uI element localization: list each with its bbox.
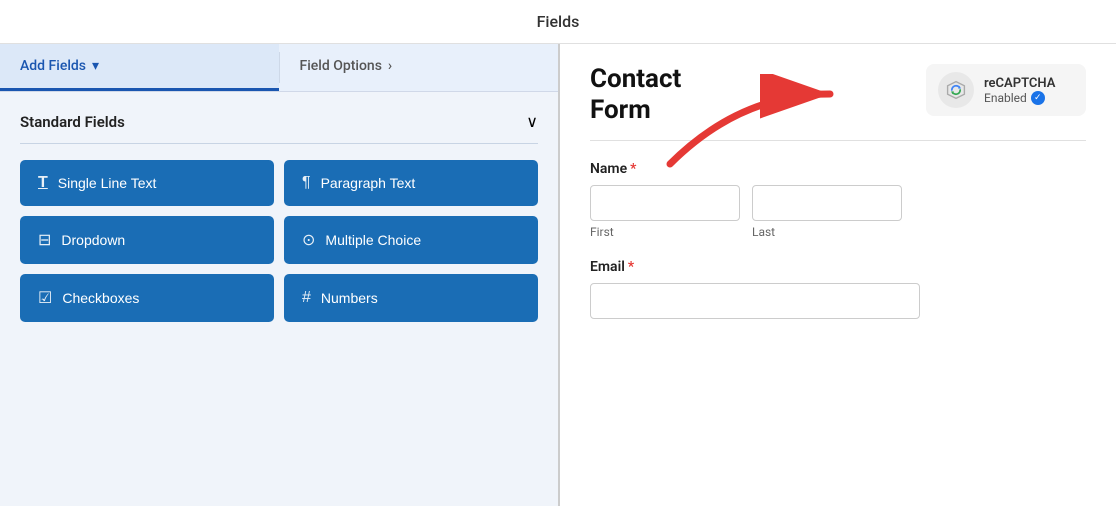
recaptcha-logo-icon (938, 72, 974, 108)
first-sublabel: First (590, 225, 740, 239)
paragraph-icon: ¶ (302, 174, 311, 192)
section-separator (20, 143, 538, 144)
status-check-icon: ✓ (1031, 91, 1045, 105)
field-btn-paragraph-text[interactable]: ¶ Paragraph Text (284, 160, 538, 206)
main-content: Add Fields ▾ Field Options › Standard Fi… (0, 44, 1116, 506)
required-star: * (630, 161, 636, 177)
field-btn-label: Checkboxes (62, 290, 139, 306)
form-divider (590, 140, 1086, 141)
first-name-input[interactable] (590, 185, 740, 221)
recaptcha-badge: reCAPTCHA Enabled ✓ (926, 64, 1086, 116)
form-header: ContactForm (590, 64, 1086, 126)
section-collapse-icon[interactable]: ∨ (526, 112, 538, 131)
field-btn-dropdown[interactable]: ⊟ Dropdown (20, 216, 274, 264)
arrow-annotation (660, 74, 860, 174)
field-btn-label: Numbers (321, 290, 378, 306)
email-label: Email * (590, 259, 1086, 275)
dropdown-icon: ⊟ (38, 230, 51, 250)
form-title: ContactForm (590, 64, 681, 126)
tab-field-options-label: Field Options (300, 58, 382, 74)
field-btn-label: Paragraph Text (321, 175, 416, 191)
field-btn-label: Multiple Choice (325, 232, 421, 248)
left-panel: Add Fields ▾ Field Options › Standard Fi… (0, 44, 560, 506)
tabs-row: Add Fields ▾ Field Options › (0, 44, 558, 92)
section-title: Standard Fields (20, 113, 125, 131)
recaptcha-text-block: reCAPTCHA Enabled ✓ (984, 76, 1055, 105)
multiple-choice-icon: ⊙ (302, 230, 315, 250)
field-btn-checkboxes[interactable]: ☑ Checkboxes (20, 274, 274, 322)
last-sublabel: Last (752, 225, 902, 239)
tab-add-fields[interactable]: Add Fields ▾ (0, 44, 279, 91)
top-bar: Fields (0, 0, 1116, 44)
last-name-input[interactable] (752, 185, 902, 221)
field-btn-single-line-text[interactable]: T Single Line Text (20, 160, 274, 206)
checkboxes-icon: ☑ (38, 288, 52, 308)
single-line-text-icon: T (38, 174, 48, 192)
name-label: Name * (590, 161, 1086, 177)
field-btn-multiple-choice[interactable]: ⊙ Multiple Choice (284, 216, 538, 264)
last-name-wrap: Last (752, 185, 902, 239)
field-btn-label: Single Line Text (58, 175, 157, 191)
name-inputs: First Last (590, 185, 1086, 239)
recaptcha-status: Enabled ✓ (984, 91, 1055, 105)
field-btn-label: Dropdown (61, 232, 125, 248)
email-required-star: * (628, 259, 634, 275)
chevron-down-icon: ▾ (92, 58, 99, 74)
tab-add-fields-label: Add Fields (20, 58, 86, 74)
page-title: Fields (537, 12, 580, 31)
section-header: Standard Fields ∨ (20, 112, 538, 131)
numbers-icon: # (302, 289, 311, 307)
tab-field-options[interactable]: Field Options › (280, 44, 559, 91)
chevron-right-icon: › (388, 58, 392, 74)
first-name-wrap: First (590, 185, 740, 239)
right-panel: ContactForm (560, 44, 1116, 506)
email-field-group: Email * (590, 259, 1086, 319)
field-btn-numbers[interactable]: # Numbers (284, 274, 538, 322)
recaptcha-label: reCAPTCHA (984, 76, 1055, 91)
fields-grid: T Single Line Text ¶ Paragraph Text ⊟ Dr… (20, 160, 538, 322)
name-field-group: Name * First Last (590, 161, 1086, 239)
fields-body: Standard Fields ∨ T Single Line Text ¶ P… (0, 92, 558, 506)
email-input[interactable] (590, 283, 920, 319)
